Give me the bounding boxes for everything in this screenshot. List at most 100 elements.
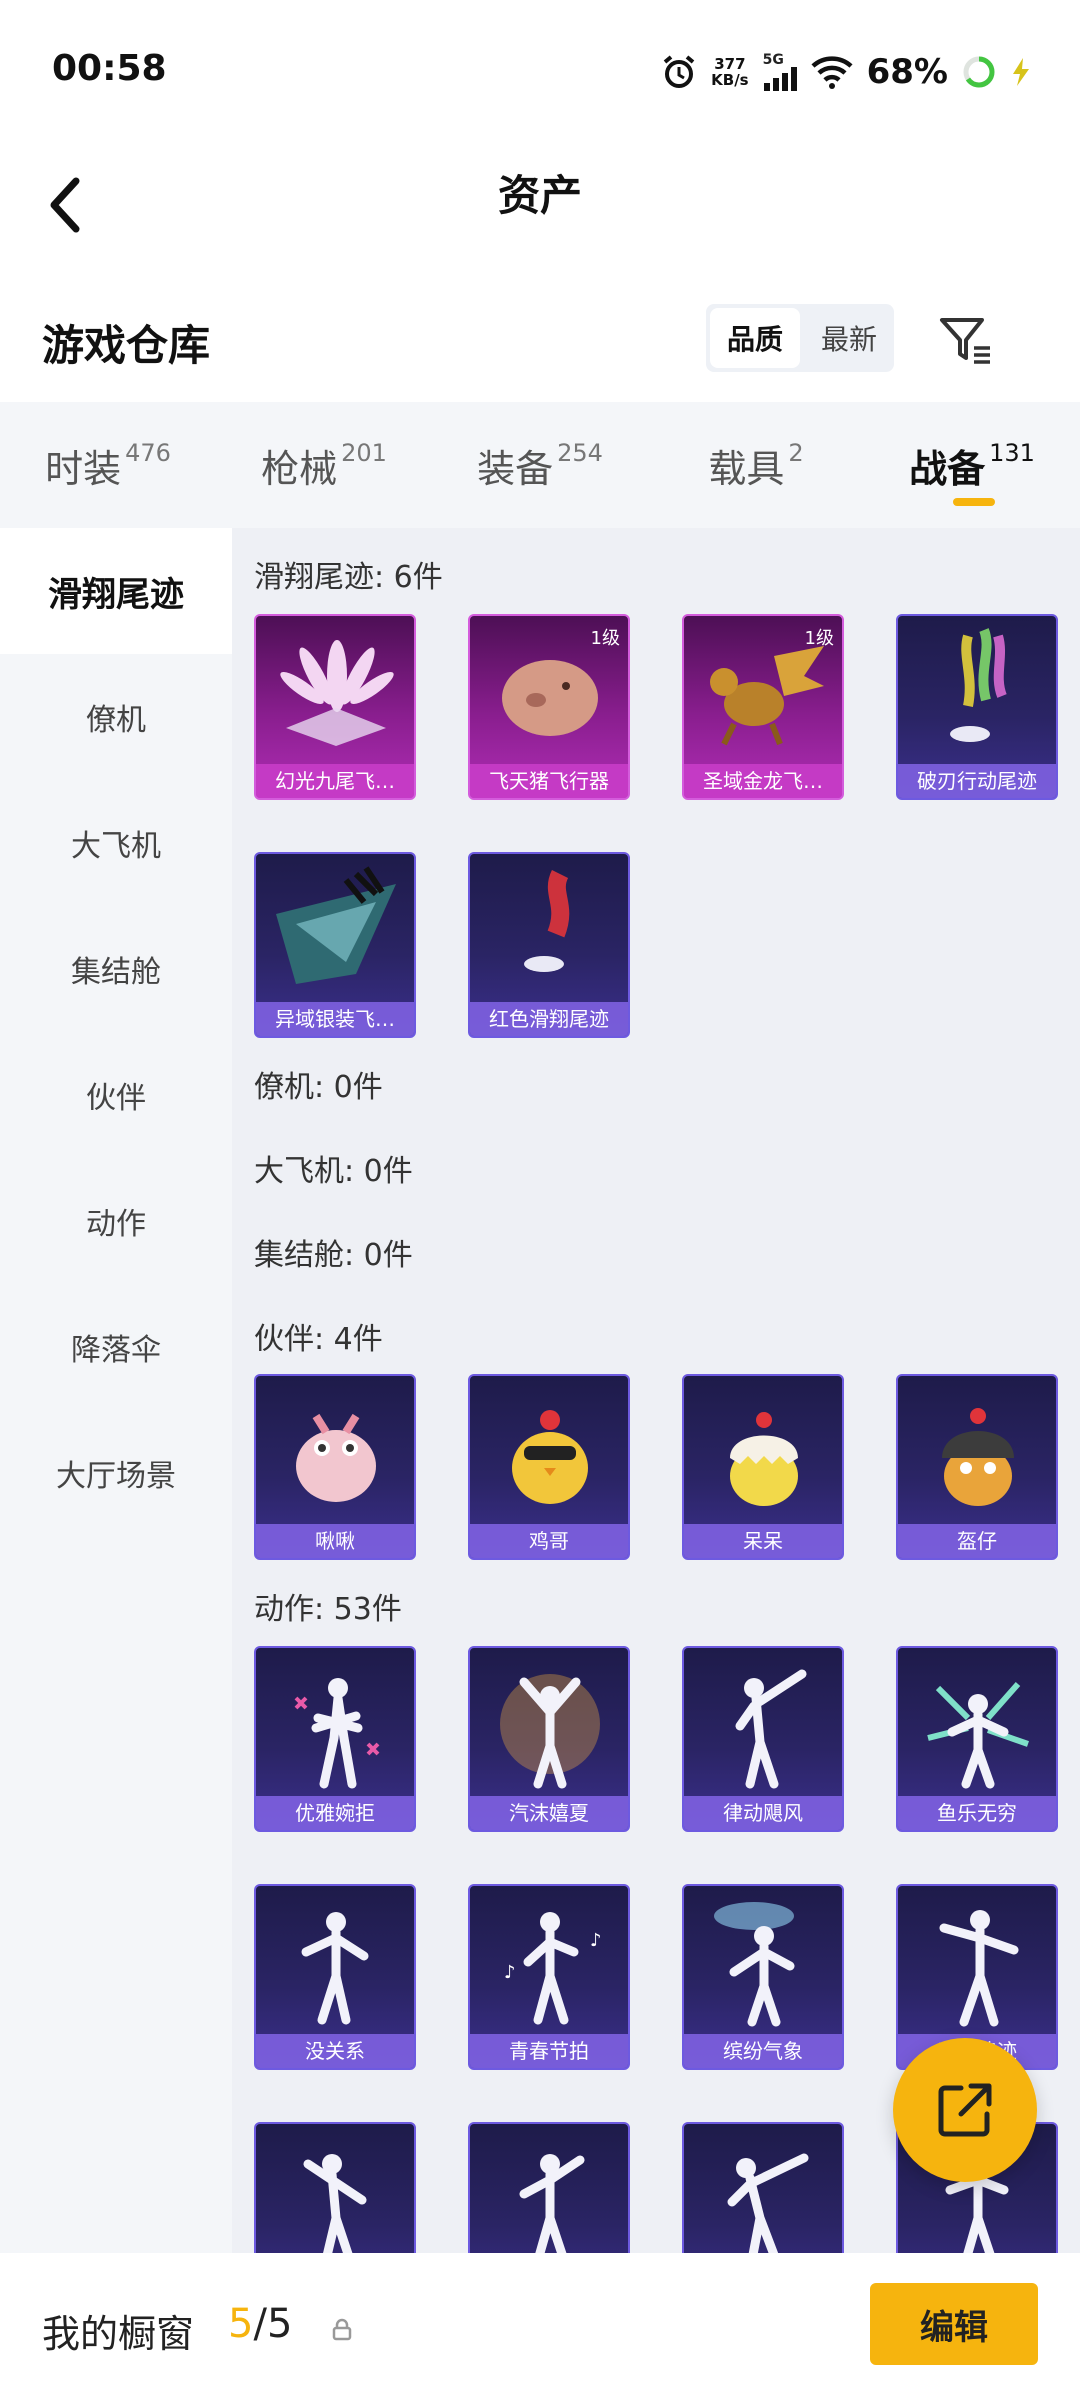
item-card[interactable]: 优雅婉拒 [254,1646,416,1832]
item-name: 破刃行动尾迹 [898,764,1056,798]
item-name: 优雅婉拒 [256,1796,414,1830]
page-title: 资产 [497,171,582,220]
item-card[interactable]: 没关系 [254,1884,416,2070]
sort-quality-option[interactable]: 品质 [710,308,800,368]
pink-bird-art [296,1413,376,1502]
lock-icon [332,2318,352,2341]
item-card[interactable]: ♪ ♪ 青春节拍 [468,1884,630,2070]
net-speed: 377 KB/s [711,55,749,89]
sort-newest-option[interactable]: 最新 [804,304,894,372]
section-title-emote: 动作: 53件 [254,1592,402,1627]
item-card[interactable] [468,2122,630,2253]
emote-figure-art [303,2154,367,2253]
item-card[interactable]: 缤纷气象 [682,1884,844,2070]
filter-button[interactable] [936,310,996,370]
item-card[interactable]: 鱼乐无穷 [896,1646,1058,1832]
showcase-label: 我的橱窗 [42,2312,195,2356]
charging-icon [1013,58,1029,86]
item-name: 圣域金龙飞… [684,764,842,798]
category-tabs: 时装 476 枪械 201 装备 254 载具 2 战备 131 [0,402,1080,528]
showcase-count: 5/5 [228,2301,293,2347]
svg-text:♪: ♪ [504,1962,516,1983]
tab-equipment[interactable]: 装备 254 [432,402,648,528]
item-card[interactable]: 红色滑翔尾迹 [468,852,630,1038]
item-level: 1级 [590,628,620,649]
item-name: 啾啾 [256,1524,414,1558]
battery-percent: 68% [866,52,948,92]
side-item-parachute[interactable]: 降落伞 [0,1284,232,1410]
chicken-sunglasses-art [512,1410,588,1504]
item-card[interactable]: 1级 圣域金龙飞… [682,614,844,800]
tab-vehicles[interactable]: 载具 2 [648,402,864,528]
item-name: 没关系 [256,2034,414,2068]
emote-figure-art [927,1682,1029,1789]
item-grid-area: 滑翔尾迹: 6件 幻光九尾飞… 1级 飞天猪飞行器 1级 圣域金龙飞… 破刃行动… [232,528,1080,2253]
emote-figure-art [294,1678,380,1789]
item-card[interactable] [254,2122,416,2253]
section-title-wingman: 僚机: 0件 [254,1070,383,1105]
item-card[interactable]: 啾啾 [254,1374,416,1560]
side-item-glide-trail[interactable]: 滑翔尾迹 [0,528,232,654]
status-time: 00:58 [52,48,167,89]
item-card[interactable]: 汽沫嬉夏 [468,1646,630,1832]
item-level: 1级 [804,628,834,649]
emote-figure-art: ♪♪ [504,1912,602,2025]
tab-fashion[interactable]: 时装 476 [0,402,216,528]
top-header: 资产 [0,140,1080,270]
helmet-chick-art [942,1408,1014,1506]
side-item-pod[interactable]: 集结舱 [0,906,232,1032]
emote-figure-art [735,1669,807,1789]
edit-button[interactable]: 编辑 [870,2283,1038,2365]
emote-figure-art [500,1674,600,1789]
item-name: 缤纷气象 [684,2034,842,2068]
svg-text:♪: ♪ [590,1930,602,1951]
item-name: 青春节拍 [470,2034,628,2068]
section-title-plane: 大飞机: 0件 [254,1154,413,1189]
warehouse-title: 游戏仓库 [42,321,211,370]
section-title-pod: 集结舱: 0件 [254,1238,413,1273]
egg-chick-art [730,1412,798,1506]
side-item-emote[interactable]: 动作 [0,1158,232,1284]
section-title-glide: 滑翔尾迹: 6件 [254,560,443,595]
item-card[interactable]: 盔仔 [896,1374,1058,1560]
emote-figure-art [519,2154,585,2253]
item-name: 呆呆 [684,1524,842,1558]
emote-figure-art [727,2153,809,2253]
alarm-icon [663,55,695,88]
tab-war-prep[interactable]: 战备 131 [864,402,1080,528]
showcase-bar: 我的橱窗 5/5 编辑 [0,2253,1080,2400]
sort-toggle: 品质 最新 [706,304,894,372]
item-card[interactable]: 幻光九尾飞… [254,614,416,800]
share-fab-button[interactable] [893,2038,1037,2182]
item-card[interactable]: 律动飓风 [682,1646,844,1832]
item-name: 鸡哥 [470,1524,628,1558]
side-nav: 滑翔尾迹 僚机 大飞机 集结舱 伙伴 动作 降落伞 大厅场景 [0,528,232,2253]
item-card[interactable]: 破刃行动尾迹 [896,614,1058,800]
item-name: 飞天猪飞行器 [470,764,628,798]
emote-figure-art [939,1910,1019,2027]
item-card[interactable]: 1级 飞天猪飞行器 [468,614,630,800]
side-item-plane[interactable]: 大飞机 [0,780,232,906]
item-name: 律动飓风 [684,1796,842,1830]
red-smoke-art [524,869,570,972]
item-card[interactable] [682,2122,844,2253]
item-name: 鱼乐无穷 [898,1796,1056,1830]
item-name: 红色滑翔尾迹 [470,1002,628,1036]
item-card[interactable]: 异域银装飞… [254,852,416,1038]
status-icons: 377 KB/s 5G 68% [661,50,1032,94]
filter-icon [940,318,990,364]
item-name: 异域银装飞… [256,1002,414,1036]
side-item-partner[interactable]: 伙伴 [0,1032,232,1158]
fox-glider-art [280,640,394,746]
share-external-icon [938,2083,992,2137]
item-card[interactable]: 呆呆 [682,1374,844,1560]
smoke-trail-art [950,628,1007,742]
side-item-wingman[interactable]: 僚机 [0,654,232,780]
side-item-lobby-scene[interactable]: 大厅场景 [0,1410,232,1536]
section-title-partner: 伙伴: 4件 [254,1322,383,1357]
tab-firearms[interactable]: 枪械 201 [216,402,432,528]
item-card[interactable]: 鸡哥 [468,1374,630,1560]
emote-figure-art [714,1902,795,2027]
battery-icon [963,56,995,88]
signal-icon: 5G [763,53,797,91]
